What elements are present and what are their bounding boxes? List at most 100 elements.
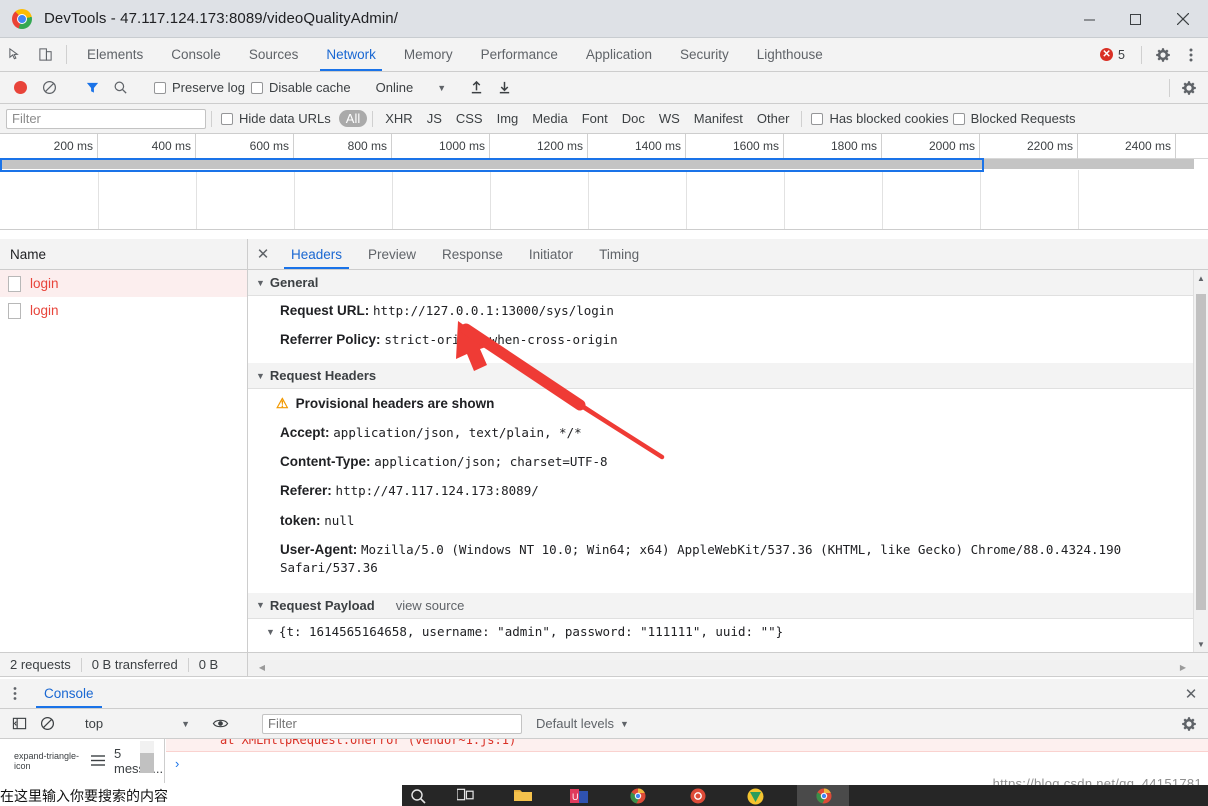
header-row-user-agent: User-Agent: Mozilla/5.0 (Windows NT 10.0… [248, 535, 1193, 582]
payload-object-row[interactable]: ▼ {t: 1614565164658, username: "admin", … [248, 619, 1193, 644]
filter-type-manifest[interactable]: Manifest [687, 110, 750, 127]
tab-security[interactable]: Security [666, 38, 743, 71]
execution-context-select[interactable]: top ▼ [85, 716, 190, 731]
clear-console-icon[interactable] [34, 711, 60, 737]
request-headers-section-title: Request Headers [269, 368, 377, 384]
header-row-token: token: null [248, 506, 1193, 535]
maximize-button[interactable] [1112, 0, 1158, 38]
requests-column-header[interactable]: Name [0, 239, 247, 270]
messages-scrollbar[interactable] [140, 741, 154, 773]
tick-label: 600 ms [249, 139, 289, 153]
hide-data-urls-checkbox[interactable]: Hide data URLs [221, 111, 331, 126]
cortana-search-icon[interactable] [410, 788, 426, 804]
console-error-message[interactable]: at XMLHttpRequest.onerror (vendor~1.js:1… [166, 739, 1208, 752]
close-button[interactable] [1158, 0, 1208, 38]
tab-network[interactable]: Network [312, 38, 390, 71]
blocked-requests-checkbox[interactable]: Blocked Requests [952, 111, 1075, 126]
tab-sources[interactable]: Sources [235, 38, 313, 71]
scroll-down-arrow-icon[interactable]: ▼ [1194, 636, 1208, 652]
drawer-tab-console[interactable]: Console [30, 679, 108, 708]
list-icon [91, 754, 105, 769]
filter-type-img[interactable]: Img [490, 110, 526, 127]
tab-preview[interactable]: Preview [355, 239, 429, 269]
log-levels-select[interactable]: Default levels ▼ [536, 716, 629, 731]
status-transferred: 0 B transferred [91, 657, 178, 672]
request-detail-pane: ✕ Headers Preview Response Initiator Tim… [248, 239, 1208, 652]
tab-lighthouse[interactable]: Lighthouse [743, 38, 837, 71]
device-toolbar-icon[interactable] [30, 38, 60, 71]
console-filter-input[interactable] [262, 713, 522, 734]
filter-type-js[interactable]: JS [420, 110, 449, 127]
filter-type-media[interactable]: Media [525, 110, 574, 127]
view-source-link[interactable]: view source [396, 598, 465, 613]
network-overview-timeline[interactable]: 200 ms 400 ms 600 ms 800 ms 1000 ms 1200… [0, 134, 1208, 230]
console-prompt[interactable]: › [175, 756, 179, 771]
task-view-icon[interactable] [456, 788, 474, 804]
disable-cache-checkbox[interactable]: Disable cache [250, 80, 351, 95]
inspect-element-icon[interactable] [0, 38, 30, 71]
clear-network-icon[interactable] [36, 75, 62, 101]
scrollbar-thumb[interactable] [1196, 294, 1206, 610]
tab-console[interactable]: Console [157, 38, 235, 71]
close-detail-icon[interactable]: ✕ [248, 239, 278, 269]
filter-type-other[interactable]: Other [750, 110, 797, 127]
tab-elements[interactable]: Elements [73, 38, 157, 71]
search-icon[interactable] [107, 75, 133, 101]
console-settings-gear-icon[interactable] [1176, 711, 1202, 737]
throttling-select[interactable]: Online ▼ [376, 80, 447, 95]
overview-selection-window[interactable] [0, 158, 984, 172]
table-row[interactable]: login [0, 297, 247, 324]
import-har-icon[interactable] [463, 75, 489, 101]
error-count-badge[interactable]: ✕ 5 [1095, 45, 1133, 64]
filter-type-all[interactable]: All [338, 110, 368, 127]
close-drawer-icon[interactable]: ✕ [1174, 679, 1208, 708]
minimize-button[interactable] [1066, 0, 1112, 38]
scroll-right-arrow-icon[interactable]: ▶ [1175, 660, 1191, 675]
kebab-menu-icon[interactable] [1178, 42, 1204, 68]
request-payload-section-header[interactable]: ▼ Request Payload view source [248, 592, 1193, 619]
tick-label: 200 ms [53, 139, 93, 153]
preserve-log-checkbox[interactable]: Preserve log [154, 80, 245, 95]
chrome-taskbar-icon-active[interactable] [816, 788, 832, 804]
scroll-up-arrow-icon[interactable]: ▲ [1194, 270, 1208, 286]
office-app-icon[interactable]: U [570, 788, 588, 804]
tab-memory[interactable]: Memory [390, 38, 467, 71]
tab-response[interactable]: Response [429, 239, 516, 269]
filter-input[interactable] [6, 108, 206, 129]
chrome-canary-icon[interactable] [690, 788, 706, 804]
filter-type-xhr[interactable]: XHR [378, 110, 419, 127]
divider [211, 110, 212, 127]
filter-type-font[interactable]: Font [575, 110, 615, 127]
scroll-left-arrow-icon[interactable]: ◀ [254, 660, 270, 675]
app-icon[interactable] [747, 788, 764, 805]
console-message-counter[interactable]: expand-triangle-icon 5 messa... [0, 739, 165, 783]
console-sidebar-icon[interactable] [6, 711, 32, 737]
funnel-filter-icon[interactable] [79, 75, 105, 101]
export-har-icon[interactable] [491, 75, 517, 101]
live-expression-eye-icon[interactable] [207, 711, 233, 737]
has-blocked-cookies-checkbox[interactable]: Has blocked cookies [811, 111, 949, 126]
scrollbar-thumb[interactable] [140, 753, 154, 773]
tab-timing[interactable]: Timing [586, 239, 652, 269]
tab-initiator[interactable]: Initiator [516, 239, 586, 269]
tab-performance[interactable]: Performance [467, 38, 572, 71]
filter-type-ws[interactable]: WS [652, 110, 687, 127]
filter-type-css[interactable]: CSS [449, 110, 490, 127]
drawer-kebab-icon[interactable] [0, 679, 30, 708]
provisional-headers-warning: ⚠ Provisional headers are shown [248, 389, 1193, 418]
detail-vertical-scrollbar[interactable]: ▲ ▼ [1193, 270, 1208, 652]
chrome-taskbar-icon[interactable] [630, 788, 646, 804]
table-row[interactable]: login [0, 270, 247, 297]
header-key: Accept: [280, 424, 330, 440]
tab-application[interactable]: Application [572, 38, 666, 71]
tab-headers[interactable]: Headers [278, 239, 355, 269]
detail-horizontal-scrollbar[interactable]: ◀ ▶ [248, 659, 1208, 675]
file-explorer-icon[interactable] [514, 788, 532, 804]
request-headers-section-header[interactable]: ▼ Request Headers [248, 363, 1193, 390]
filter-type-doc[interactable]: Doc [615, 110, 652, 127]
gear-icon[interactable] [1150, 42, 1176, 68]
general-section-header[interactable]: ▼ General [248, 270, 1193, 296]
record-button-icon[interactable] [14, 81, 27, 94]
expand-triangle-icon[interactable]: expand-triangle-icon [14, 751, 82, 771]
network-settings-gear-icon[interactable] [1176, 75, 1202, 101]
